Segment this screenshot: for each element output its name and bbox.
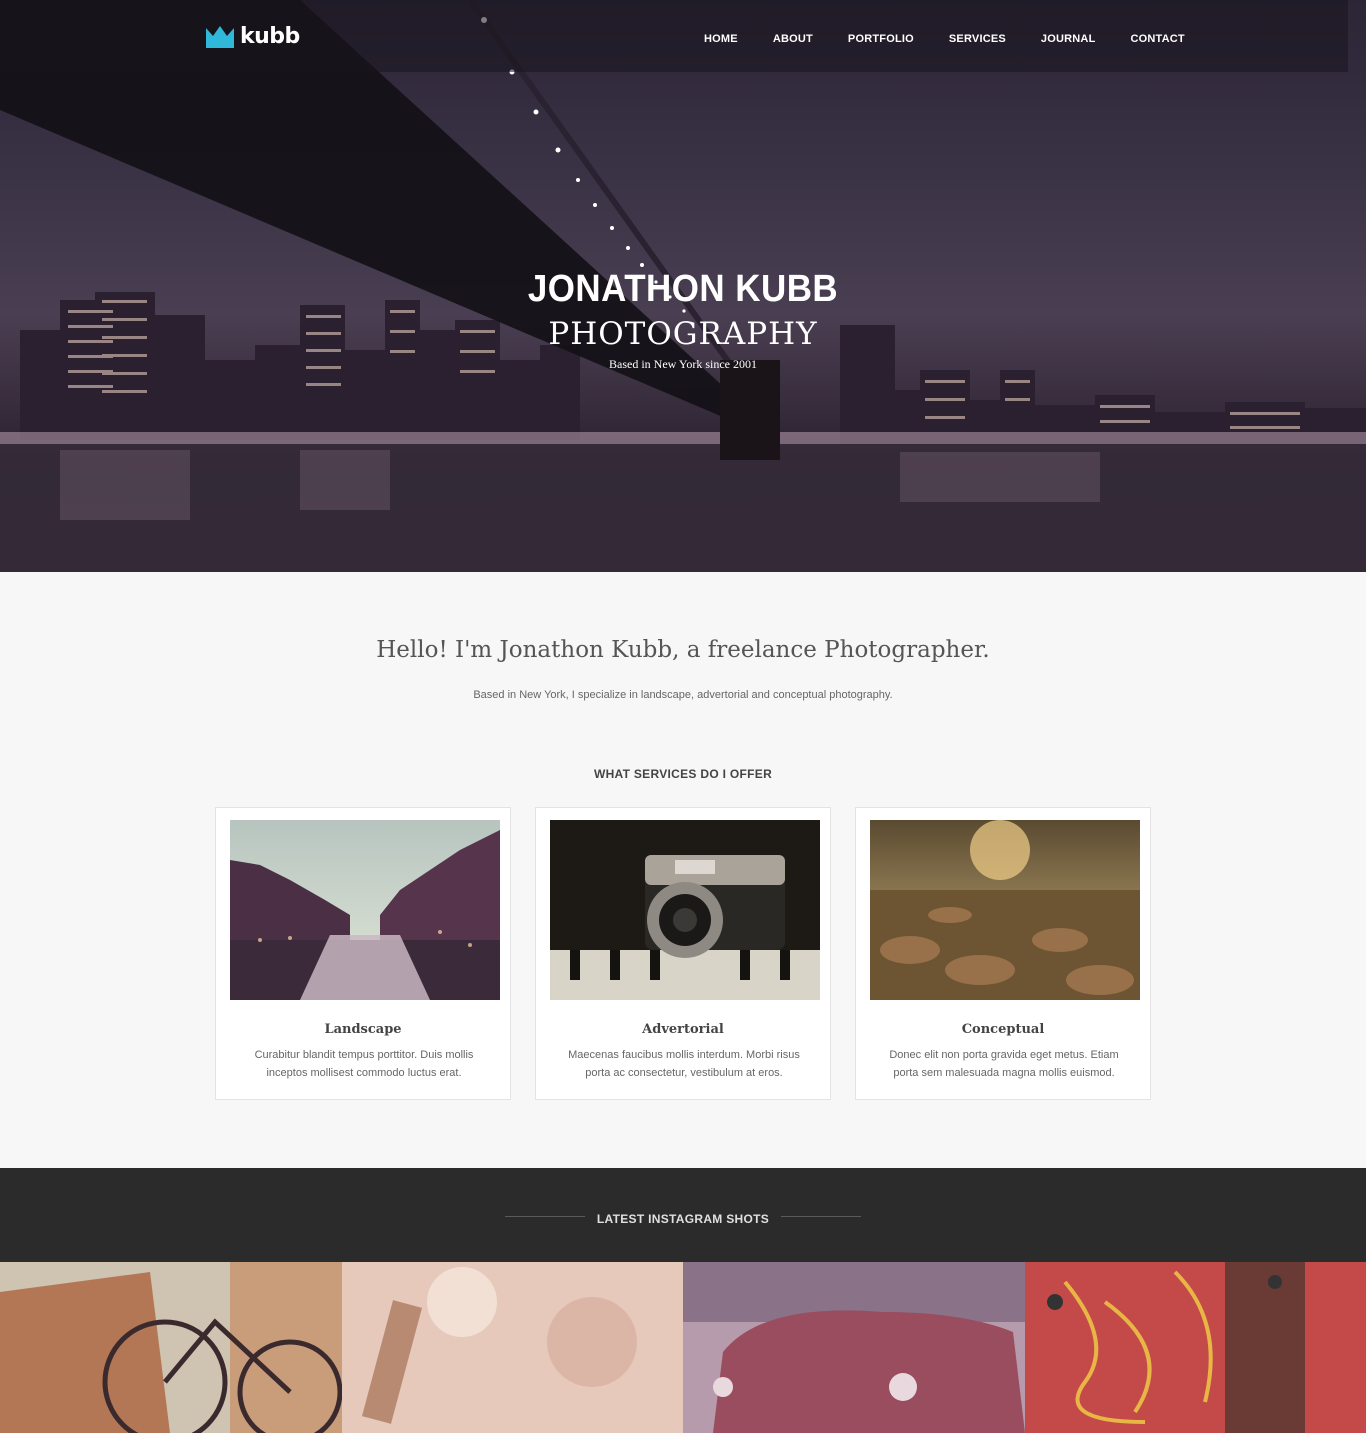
intro-text: Based in New York, I specialize in lands… <box>473 689 893 701</box>
nav-about[interactable]: ABOUT <box>773 33 813 45</box>
advertorial-image <box>550 820 820 1000</box>
hero-section: kubb HOME ABOUT PORTFOLIO SERVICES JOURN… <box>0 0 1366 572</box>
conceptual-image <box>870 820 1140 1000</box>
service-description: Maecenas faucibus mollis interdum. Morbi… <box>568 1049 800 1079</box>
top-navbar: kubb HOME ABOUT PORTFOLIO SERVICES JOURN… <box>0 0 1348 72</box>
instagram-heading-text: LATEST INSTAGRAM SHOTS <box>596 1212 770 1226</box>
landscape-image <box>230 820 500 1000</box>
service-title: Landscape <box>324 1022 402 1037</box>
brand-name: kubb <box>240 24 300 49</box>
service-description: Curabitur blandit tempus porttitor. Duis… <box>254 1049 474 1079</box>
instagram-section: LATEST INSTAGRAM SHOTS <box>0 1168 1366 1433</box>
hero-subtitle: PHOTOGRAPHY <box>548 316 818 352</box>
instagram-shot-old-truck[interactable] <box>683 1262 1025 1433</box>
brand-logo[interactable]: kubb <box>206 24 300 49</box>
instagram-shot-bicycle[interactable] <box>0 1262 342 1433</box>
service-title: Advertorial <box>642 1022 724 1037</box>
crown-icon <box>206 25 234 48</box>
instagram-shot-clothespins[interactable] <box>342 1262 683 1433</box>
nav-services[interactable]: SERVICES <box>949 33 1006 45</box>
main-nav: HOME ABOUT PORTFOLIO SERVICES JOURNAL CO… <box>704 33 1220 45</box>
service-title: Conceptual <box>961 1022 1045 1037</box>
nav-portfolio[interactable]: PORTFOLIO <box>848 33 914 45</box>
intro-heading: Hello! I'm Jonathon Kubb, a freelance Ph… <box>376 637 990 663</box>
service-card-landscape[interactable]: Landscape Curabitur blandit tempus portt… <box>215 807 511 1100</box>
nav-home[interactable]: HOME <box>704 33 738 45</box>
instagram-shot-wires[interactable] <box>1025 1262 1366 1433</box>
nav-journal[interactable]: JOURNAL <box>1041 33 1096 45</box>
service-card-advertorial[interactable]: Advertorial Maecenas faucibus mollis int… <box>535 807 831 1100</box>
hero-title: JONATHON KUBB <box>527 268 839 310</box>
service-description: Donec elit non porta gravida eget metus.… <box>889 1049 1119 1079</box>
service-card-conceptual[interactable]: Conceptual Donec elit non porta gravida … <box>855 807 1151 1100</box>
nav-contact[interactable]: CONTACT <box>1131 33 1185 45</box>
instagram-heading: LATEST INSTAGRAM SHOTS <box>0 1210 1366 1228</box>
services-heading: WHAT SERVICES DO I OFFER <box>593 767 773 781</box>
hero-tagline: Based in New York since 2001 <box>609 357 757 371</box>
